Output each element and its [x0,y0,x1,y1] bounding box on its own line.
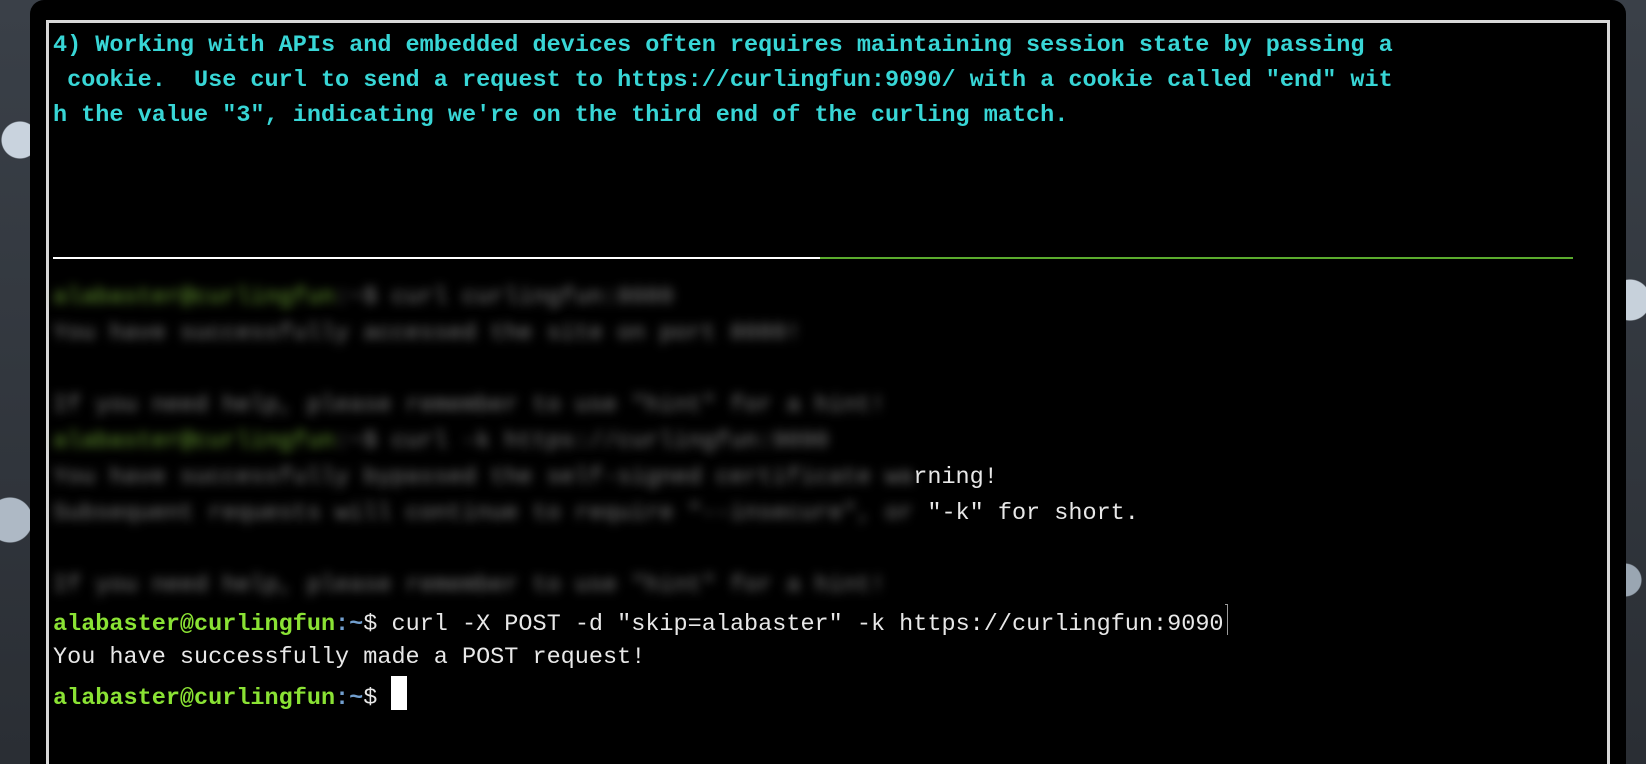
history-line [53,352,1575,388]
prompt-dollar: $ [363,611,392,638]
prompt-path: :~ [335,611,364,638]
history-line: You have successfully accessed the site … [53,320,801,347]
command-line: alabaster@curlingfun:~$ curl -X POST -d … [53,604,1575,640]
block-cursor-icon[interactable] [391,676,408,710]
terminal-output: alabaster@curlingfun:~$ curl curlingfun:… [53,280,1575,712]
prompt-user-host: alabaster@curlingfun [53,611,336,638]
history-line: If you need help, please remember to use… [53,572,886,596]
history-line: alabaster@curlingfun:~$ curl curlingfun:… [53,284,674,311]
progress-bar [820,257,1573,259]
challenge-text: 4) Working with APIs and embedded device… [53,28,1575,133]
history-visible-tail: "-k" for short. [927,500,1139,527]
output-text: You have successfully made a POST reques… [53,644,646,671]
active-prompt-line[interactable]: alabaster@curlingfun:~$ [53,676,1575,712]
history-line: Subsequent requests will continue to req… [53,500,1139,527]
challenge-line-3: h the value "3", indicating we're on the… [53,102,1069,129]
prompt-path: :~ [335,685,364,712]
prompt-dollar: $ [363,685,392,712]
history-line: If you need help, please remember to use… [53,392,886,419]
history-line [53,532,1575,568]
challenge-line-2: cookie. Use curl to send a request to ht… [53,67,1393,94]
command-output: You have successfully made a POST reques… [53,640,1575,676]
challenge-line-1: 4) Working with APIs and embedded device… [53,32,1393,59]
history-visible-tail: rning! [913,464,998,491]
history-line: alabaster@curlingfun:~$ curl -k https://… [53,428,829,455]
prompt-user-host: alabaster@curlingfun [53,685,336,712]
history-line: You have successfully bypassed the self-… [53,464,998,491]
text-caret-icon [1224,604,1228,635]
last-command: curl -X POST -d "skip=alabaster" -k http… [391,611,1224,638]
